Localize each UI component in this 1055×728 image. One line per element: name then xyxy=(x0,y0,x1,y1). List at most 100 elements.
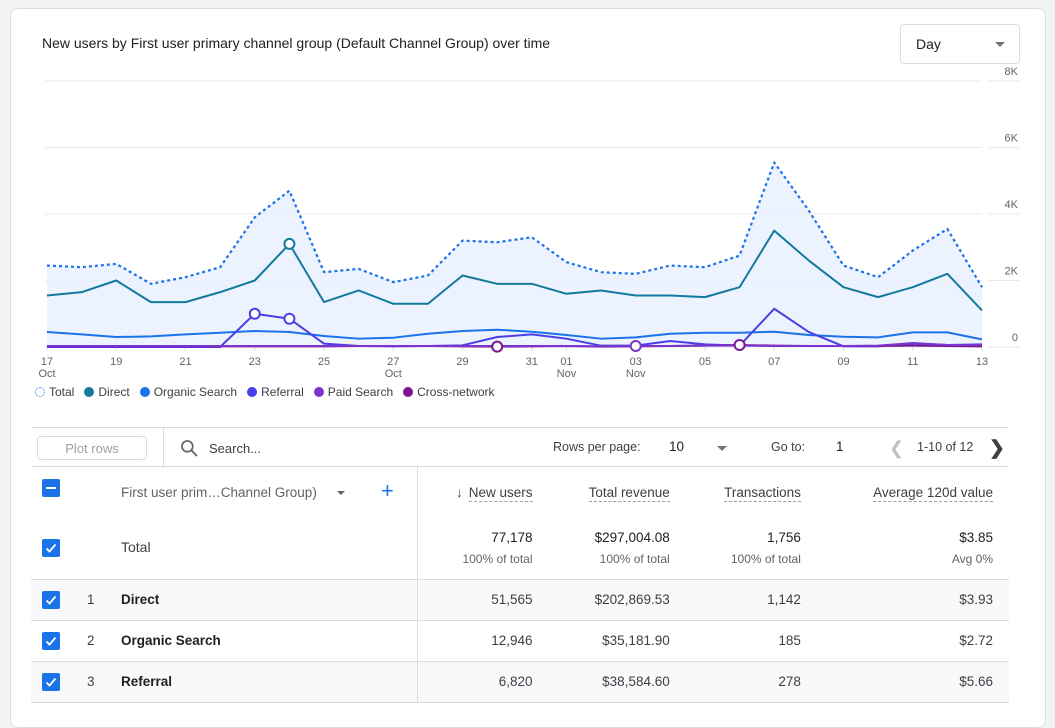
column-header-transactions[interactable]: Transactions xyxy=(686,467,817,517)
total-row: Total 77,178 100% of total $297,004.08 100… xyxy=(31,517,1009,580)
x-tick-month-label: Nov xyxy=(626,368,646,380)
x-tick-label: 01 xyxy=(560,356,572,368)
y-tick-label: 0 xyxy=(1012,332,1018,344)
row-name: Organic Search xyxy=(121,632,221,648)
total-cell: 1,756 100% of total xyxy=(685,517,817,580)
minus-icon xyxy=(46,487,56,489)
table-row: 3 Referral 6,820 $38,584.60 278 $5.66 xyxy=(31,661,1009,703)
x-tick-label: 17 xyxy=(41,356,53,368)
check-icon xyxy=(45,636,57,646)
total-value: $3.85 xyxy=(959,529,993,545)
rows-per-page-select[interactable]: 10 xyxy=(669,439,684,454)
total-value: 77,178 xyxy=(491,529,533,545)
rows-per-page-label: Rows per page: xyxy=(553,440,641,454)
page-scroll-gutter xyxy=(1046,0,1055,718)
legend-dot-icon xyxy=(403,387,414,397)
x-tick-label: 31 xyxy=(526,356,538,368)
chevron-down-icon[interactable] xyxy=(717,446,727,451)
table-row: 2 Organic Search 12,946 $35,181.90 185 $… xyxy=(31,620,1009,662)
y-tick-label: 6K xyxy=(1005,133,1019,145)
legend-dot-icon xyxy=(35,387,45,397)
legend-item-total[interactable]: Total xyxy=(35,385,74,399)
total-area-fill xyxy=(47,162,982,347)
goto-label: Go to: xyxy=(771,440,806,454)
column-header-new-users[interactable]: ↓ New users xyxy=(417,467,549,517)
check-icon xyxy=(45,543,57,553)
row-rank: 1 xyxy=(87,591,95,607)
legend-label: Total xyxy=(49,385,75,399)
column-header-average-120d-value[interactable]: Average 120d value xyxy=(817,467,1009,517)
total-cell: $3.85 Avg 0% xyxy=(816,517,1009,580)
cell: 51,565 xyxy=(417,579,549,621)
dimension-header-cell: First user prim…Channel Group) + xyxy=(31,467,418,517)
x-tick-label: 25 xyxy=(318,356,330,368)
cell: $5.66 xyxy=(816,661,1009,703)
search-input[interactable] xyxy=(209,438,409,458)
cell: $3.93 xyxy=(816,579,1009,621)
x-tick-label: 05 xyxy=(699,356,711,368)
legend-item-paid-search[interactable]: Paid Search xyxy=(313,385,394,399)
select-all-checkbox[interactable] xyxy=(42,479,60,497)
legend-label: Referral xyxy=(261,385,304,399)
table-toolbar: Plot rows Rows per page: 10 Go to: ❮ 1-1… xyxy=(31,427,1009,468)
row-name: Referral xyxy=(121,673,173,689)
data-point-marker xyxy=(248,307,261,320)
chevron-left-icon[interactable]: ❮ xyxy=(889,438,904,459)
total-dim-cell: Total xyxy=(31,517,418,580)
x-tick-label: 07 xyxy=(768,356,780,368)
legend-item-referral[interactable]: Referral xyxy=(247,385,304,399)
arrow-down-icon: ↓ xyxy=(455,484,463,500)
legend-item-direct[interactable]: Direct xyxy=(84,385,130,399)
cell: 12,946 xyxy=(417,620,549,662)
search-icon xyxy=(181,440,198,457)
cell: 1,142 xyxy=(685,579,817,621)
chevron-right-icon[interactable]: ❯ xyxy=(989,437,1005,460)
legend-dot-icon xyxy=(139,387,150,397)
total-checkbox[interactable] xyxy=(42,539,60,557)
cell: $35,181.90 xyxy=(548,620,686,662)
y-tick-label: 4K xyxy=(1005,199,1019,211)
data-point-marker xyxy=(733,339,746,352)
x-tick-month-label: Nov xyxy=(557,368,577,380)
total-cell: 77,178 100% of total xyxy=(417,517,549,580)
row-checkbox[interactable] xyxy=(42,631,60,650)
table-header-row: First user prim…Channel Group) + ↓ New us… xyxy=(31,467,1009,517)
plot-rows-button[interactable]: Plot rows xyxy=(37,436,147,460)
data-point-marker xyxy=(283,237,296,250)
row-checkbox[interactable] xyxy=(42,672,60,691)
total-sub: 100% of total xyxy=(462,551,533,566)
legend-label: Direct xyxy=(98,385,130,399)
row-checkbox[interactable] xyxy=(42,590,60,609)
legend-label: Paid Search xyxy=(327,385,394,399)
x-tick-label: 21 xyxy=(179,356,191,368)
legend-label: Cross-network xyxy=(417,385,495,399)
toolbar-divider xyxy=(163,428,164,468)
row-name: Direct xyxy=(121,591,160,607)
row-dim-cell: 2 Organic Search xyxy=(31,620,418,662)
chart-legend: Total Direct Organic Search Referral Pai… xyxy=(35,385,495,399)
cell: 278 xyxy=(685,661,817,703)
dimension-header[interactable]: First user prim…Channel Group) xyxy=(121,485,317,500)
chevron-down-icon[interactable] xyxy=(337,491,345,495)
legend-dot-icon xyxy=(313,387,324,397)
total-sub: 100% of total xyxy=(730,551,801,566)
cell: 6,820 xyxy=(417,661,549,703)
add-dimension-icon[interactable]: + xyxy=(381,478,394,504)
check-icon xyxy=(45,595,57,605)
row-dim-cell: 3 Referral xyxy=(31,661,418,703)
line-chart: 02K4K6K8K17Oct19 21 23 25 27Oct29 31 01Nov03No… xyxy=(38,66,1020,380)
goto-page-input[interactable] xyxy=(836,439,866,454)
cell: 185 xyxy=(685,620,817,662)
legend-label: Organic Search xyxy=(153,385,238,399)
legend-item-cross-network[interactable]: Cross-network xyxy=(403,385,495,399)
legend-item-organic-search[interactable]: Organic Search xyxy=(139,385,238,399)
column-header-total-revenue[interactable]: Total revenue xyxy=(549,467,686,517)
y-tick-label: 8K xyxy=(1005,66,1019,78)
total-value: $297,004.08 xyxy=(594,529,670,545)
row-rank: 2 xyxy=(87,632,95,648)
legend-dot-icon xyxy=(247,387,258,397)
x-tick-label: 03 xyxy=(630,356,642,368)
total-sub: 100% of total xyxy=(599,551,670,566)
total-sub: Avg 0% xyxy=(951,551,993,566)
x-tick-label: 29 xyxy=(456,356,468,368)
